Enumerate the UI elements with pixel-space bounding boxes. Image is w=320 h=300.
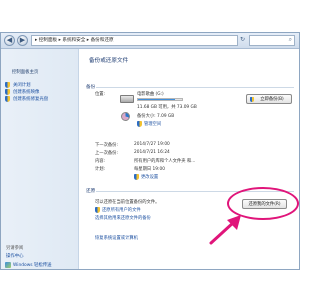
last-backup-label: 上一次备份: bbox=[95, 151, 118, 156]
change-settings-label: 更改设置 bbox=[141, 175, 159, 180]
shield-icon bbox=[134, 174, 139, 180]
location-label: 位置: bbox=[95, 92, 106, 97]
backup-size-text: 备份大小: 7.09 GB bbox=[137, 114, 175, 119]
next-backup-label: 下一次备份: bbox=[95, 143, 118, 148]
drive-name: 电影歌曲 (G:) bbox=[137, 92, 164, 97]
schedule-label: 计划: bbox=[95, 167, 106, 172]
drive-usage-fill bbox=[138, 99, 175, 100]
contents-value: 所有用户的库和个人文件夹 和... bbox=[134, 159, 196, 164]
sidebar-action-center-link[interactable]: 操作中心 bbox=[6, 253, 24, 259]
backup-now-button[interactable]: 立即备份(B) bbox=[246, 94, 292, 104]
free-space-text: 11.68 GB 可用，共 73.09 GB bbox=[137, 105, 197, 110]
address-path[interactable]: ▸ 控制面板 ▸ 系统和安全 ▸ 备份和还原 bbox=[31, 35, 238, 46]
see-also-heading: 另请参阅 bbox=[6, 246, 24, 251]
windows-icon bbox=[5, 262, 11, 268]
drive-usage-bar bbox=[137, 98, 183, 101]
backup-now-label: 立即备份(B) bbox=[260, 97, 284, 102]
manage-space-label: 管理空间 bbox=[144, 122, 162, 127]
backup-separator bbox=[96, 87, 294, 88]
search-input[interactable]: ⌕ bbox=[249, 35, 295, 46]
shield-icon bbox=[5, 82, 10, 88]
pointer-arrow-icon bbox=[209, 215, 241, 245]
refresh-icon[interactable]: ↻ bbox=[240, 36, 247, 45]
backup-restore-window: ◀ ▶ ▸ 控制面板 ▸ 系统和安全 ▸ 备份和还原 ↻ ⌕ 控制面板主页 关闭… bbox=[0, 32, 300, 270]
restore-description: 可以还原在当前位置备份的文件。 bbox=[95, 200, 160, 205]
sidebar: 控制面板主页 关闭计划 创建系统映像 创建系统修复光盘 另请参阅 操作中心 Wi… bbox=[1, 49, 79, 269]
backup-section-heading: 备份 bbox=[86, 85, 96, 90]
sidebar-item-label: Windows 轻松传送 bbox=[13, 263, 52, 268]
last-backup-value: 2014/7/21 16:24 bbox=[134, 150, 170, 155]
search-icon: ⌕ bbox=[288, 36, 292, 43]
schedule-value: 每星期日 19:00 bbox=[134, 167, 165, 172]
backup-size-pie-icon bbox=[121, 112, 130, 121]
sidebar-item-label: 创建系统映像 bbox=[13, 90, 40, 95]
disc-icon bbox=[5, 96, 10, 102]
sidebar-home-link[interactable]: 控制面板主页 bbox=[12, 69, 38, 75]
next-backup-value: 2014/7/27 19:00 bbox=[134, 142, 170, 147]
restore-all-users-label: 还原所有用户的文件 bbox=[102, 208, 141, 213]
shield-icon bbox=[5, 89, 10, 95]
restore-section-heading: 还原 bbox=[86, 189, 96, 194]
shield-icon bbox=[137, 121, 142, 127]
forward-button[interactable]: ▶ bbox=[17, 35, 28, 46]
shield-icon bbox=[95, 207, 100, 213]
sidebar-item-label: 关闭计划 bbox=[13, 83, 31, 88]
recover-system-link[interactable]: 恢复系统设置或计算机 bbox=[95, 235, 138, 241]
drive-icon bbox=[120, 95, 134, 103]
sidebar-item-label: 创建系统修复光盘 bbox=[13, 97, 49, 102]
back-button[interactable]: ◀ bbox=[4, 35, 15, 46]
contents-label: 内容: bbox=[95, 159, 106, 164]
shield-icon bbox=[250, 97, 254, 102]
page-title: 备份或还原文件 bbox=[89, 58, 129, 64]
select-other-backup-link[interactable]: 选择其他用来还原文件的备份 bbox=[95, 215, 151, 221]
address-bar: ◀ ▶ ▸ 控制面板 ▸ 系统和安全 ▸ 备份和还原 ↻ ⌕ bbox=[1, 33, 299, 49]
